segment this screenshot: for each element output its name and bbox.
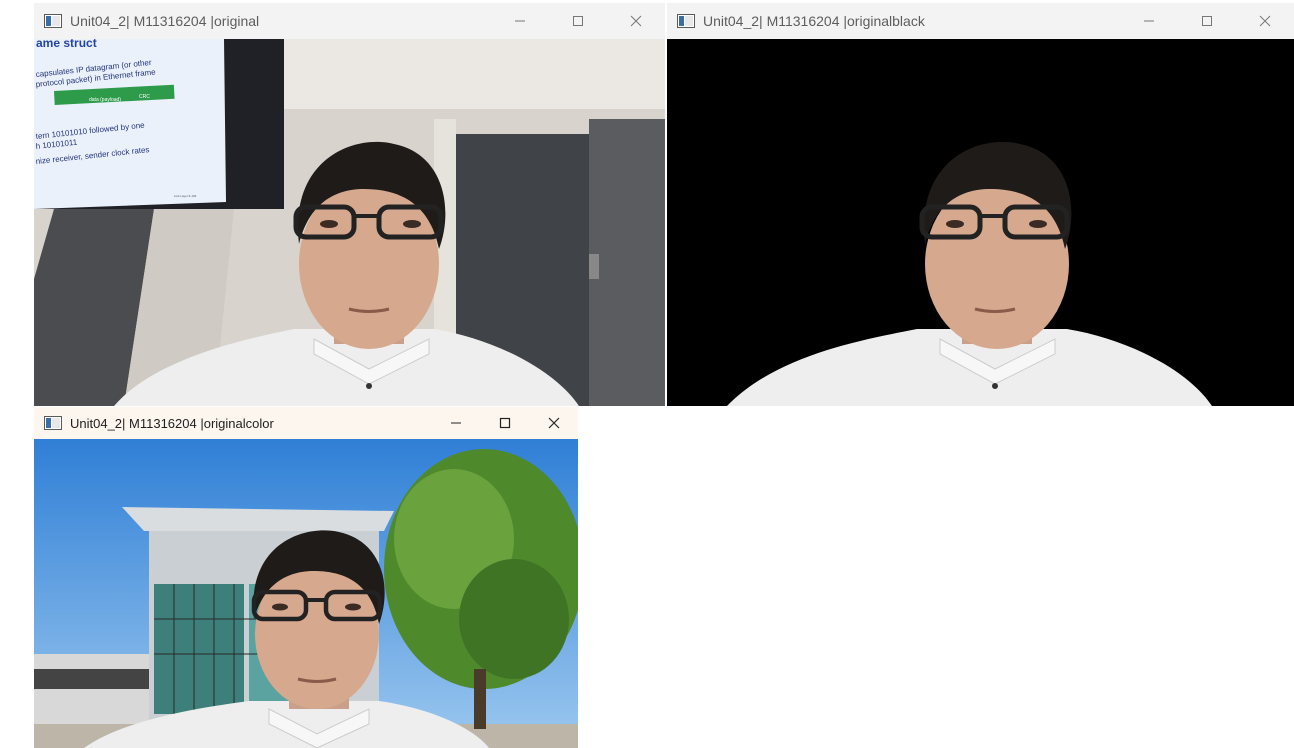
- maximize-button[interactable]: [1178, 3, 1236, 39]
- close-icon: [548, 417, 559, 429]
- window-originalblack[interactable]: Unit04_2| M11316204 |originalblack: [667, 3, 1294, 406]
- window-title: Unit04_2| M11316204 |originalblack: [703, 13, 925, 29]
- minimize-button[interactable]: [1120, 3, 1178, 39]
- slide-heading: ame struct: [36, 39, 97, 50]
- camera-frame-originalblack: [667, 39, 1294, 406]
- camera-frame-originalcolor: [34, 439, 578, 748]
- window-title: Unit04_2| M11316204 |originalcolor: [70, 415, 274, 431]
- minimize-icon: [515, 20, 525, 22]
- close-button[interactable]: [607, 3, 665, 39]
- window-originalcolor[interactable]: Unit04_2| M11316204 |originalcolor: [34, 407, 578, 748]
- app-window-icon: [44, 14, 62, 28]
- maximize-icon: [573, 16, 583, 26]
- title-bar[interactable]: Unit04_2| M11316204 |originalblack: [667, 3, 1294, 39]
- close-icon: [1259, 15, 1271, 27]
- camera-frame-original: ame struct capsulates IP datagram (or ot…: [34, 39, 665, 406]
- minimize-button[interactable]: [491, 3, 549, 39]
- title-bar[interactable]: Unit04_2| M11316204 |original: [34, 3, 665, 39]
- close-button[interactable]: [529, 407, 578, 439]
- app-window-icon: [677, 14, 695, 28]
- close-button[interactable]: [1236, 3, 1294, 39]
- minimize-icon: [450, 422, 461, 424]
- minimize-button[interactable]: [431, 407, 480, 439]
- window-title: Unit04_2| M11316204 |original: [70, 13, 260, 29]
- minimize-icon: [1144, 20, 1154, 22]
- window-original[interactable]: Unit04_2| M11316204 |original ame struct…: [34, 3, 665, 406]
- title-bar[interactable]: Unit04_2| M11316204 |originalcolor: [34, 407, 578, 439]
- close-icon: [630, 15, 642, 27]
- app-window-icon: [44, 416, 62, 430]
- maximize-icon: [499, 417, 510, 429]
- maximize-button[interactable]: [549, 3, 607, 39]
- slide-footer: Link Layer 6-106: [174, 194, 197, 198]
- slide-bar-label-crc: CRC: [139, 94, 150, 100]
- maximize-icon: [1202, 16, 1212, 26]
- maximize-button[interactable]: [480, 407, 529, 439]
- slide-bar-label-data: data (payload): [89, 97, 121, 103]
